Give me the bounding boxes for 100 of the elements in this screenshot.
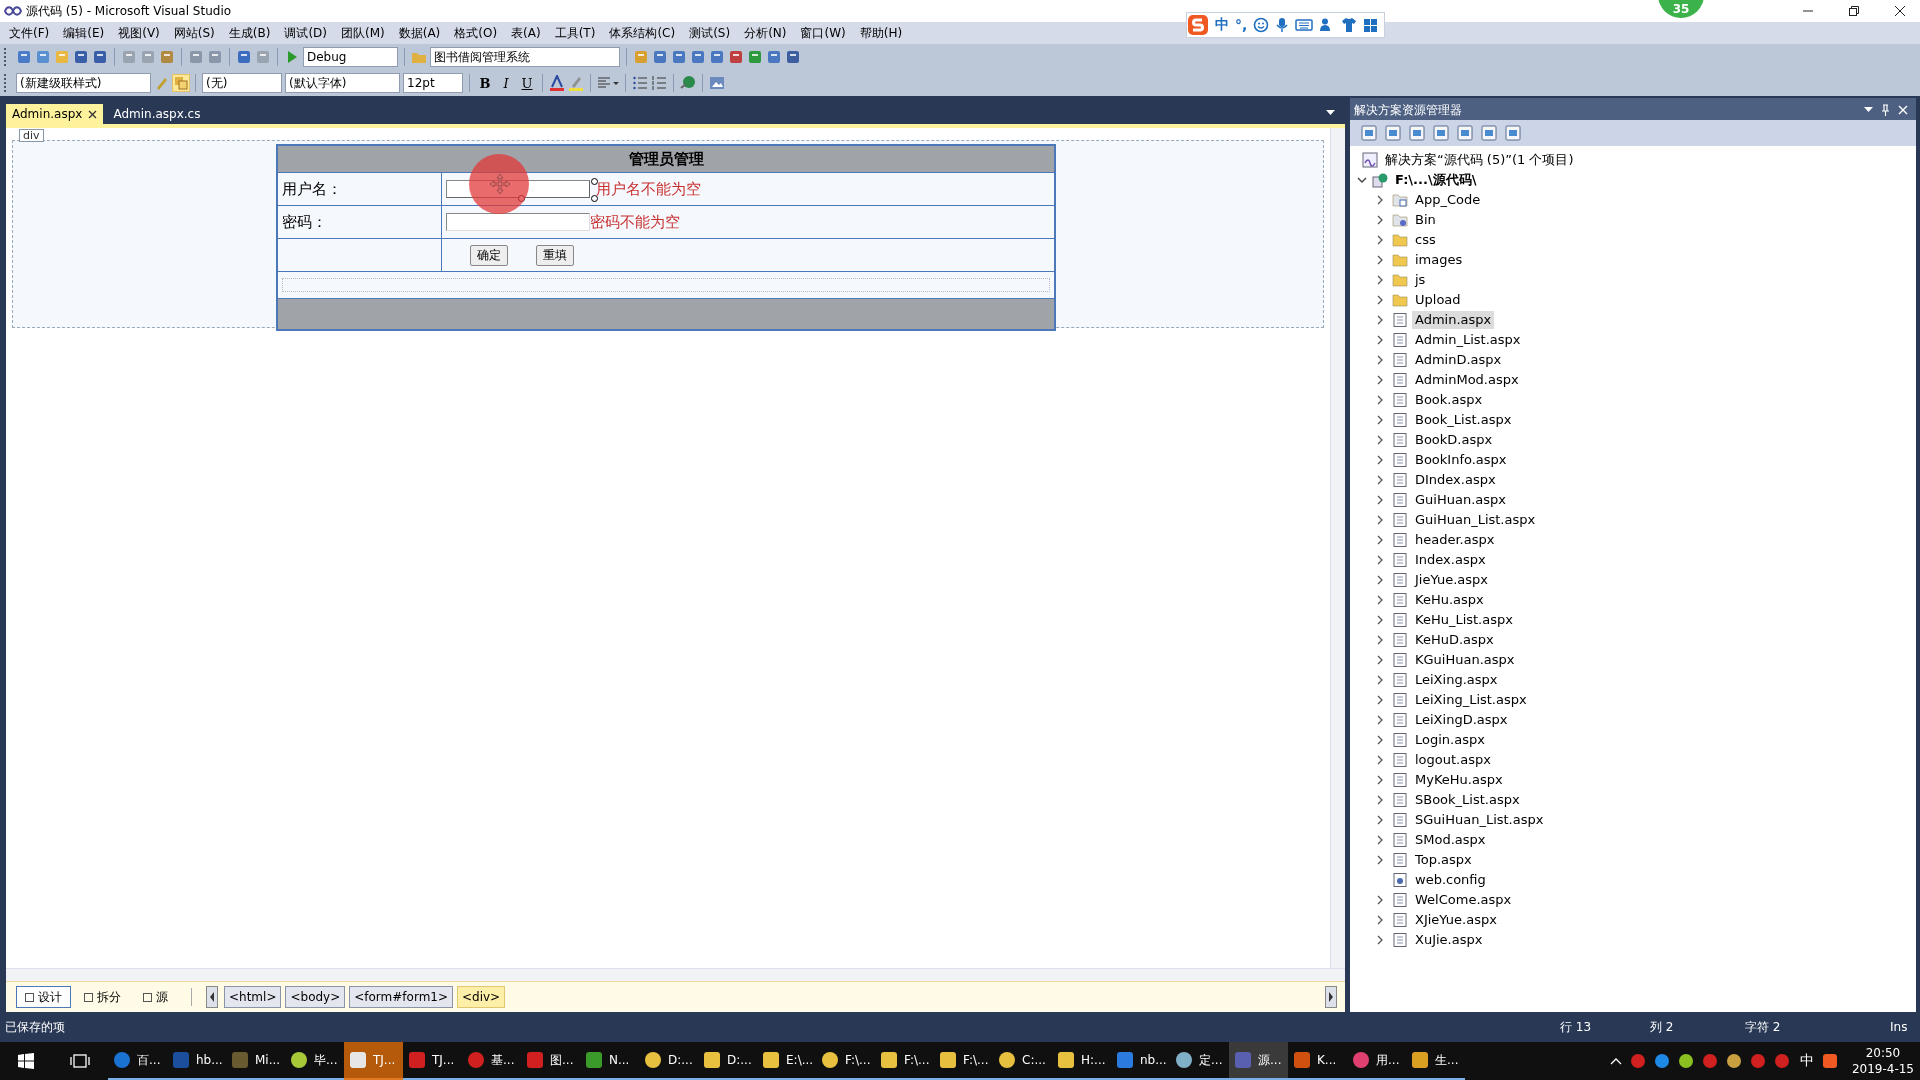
menu-item[interactable]: 团队(M) [334, 24, 392, 42]
project-dropdown[interactable]: 图书借阅管理系统 [430, 47, 620, 67]
tree-item[interactable]: AdminD.aspx [1412, 351, 1505, 369]
menu-item[interactable]: 分析(N) [737, 24, 794, 42]
tree-item[interactable]: LeiXing.aspx [1412, 671, 1501, 689]
task-view-icon[interactable] [70, 1053, 90, 1069]
menu-item[interactable]: 测试(S) [682, 24, 738, 42]
taskbar-item[interactable]: F:\... [816, 1042, 875, 1080]
input-field[interactable] [446, 213, 590, 231]
tree-item[interactable]: DIndex.aspx [1412, 471, 1499, 489]
globe-link-icon[interactable] [680, 75, 696, 91]
breadcrumb-tag[interactable]: <body> [285, 986, 346, 1008]
tree-item[interactable]: LeiXingD.aspx [1412, 711, 1511, 729]
taskbar-item[interactable]: 生... [1406, 1042, 1465, 1080]
breadcrumb-tag[interactable]: <div> [457, 986, 506, 1008]
tree-item[interactable]: MyKeHu.aspx [1412, 771, 1506, 789]
font-color-icon[interactable] [549, 75, 565, 91]
clock-time[interactable]: 20:50 [1865, 1045, 1901, 1061]
view-tab[interactable]: 源 [134, 986, 177, 1008]
font-dropdown[interactable]: (默认字体) [285, 73, 400, 93]
tree-item[interactable]: KGuiHuan.aspx [1412, 651, 1518, 669]
scroll-left-icon[interactable] [206, 986, 218, 1008]
view-tab[interactable]: 拆分 [75, 986, 130, 1008]
tree-item[interactable]: AdminMod.aspx [1412, 371, 1522, 389]
tray-icon[interactable] [1653, 1053, 1670, 1069]
block-format-dropdown[interactable]: (无) [202, 73, 282, 93]
tray-icon[interactable] [1677, 1053, 1694, 1069]
taskbar-item[interactable]: C:... [993, 1042, 1052, 1080]
restore-icon[interactable] [1848, 5, 1860, 17]
menu-item[interactable]: 工具(T) [547, 24, 603, 42]
taskbar-item[interactable]: E:\... [757, 1042, 816, 1080]
taskbar-item[interactable]: 图... [521, 1042, 580, 1080]
menu-item[interactable]: 视图(V) [111, 24, 167, 42]
document-tab[interactable]: Admin.aspx [6, 104, 104, 124]
font-size-dropdown[interactable]: 12pt [403, 73, 463, 93]
bullet-list-icon[interactable] [632, 75, 648, 91]
tree-item[interactable]: KeHu.aspx [1412, 591, 1487, 609]
menu-item[interactable]: 编辑(E) [56, 24, 112, 42]
taskbar-item[interactable]: nb... [1111, 1042, 1170, 1080]
menu-item[interactable]: 表(A) [504, 24, 548, 42]
underline-button[interactable]: U [518, 73, 536, 93]
tree-item[interactable]: Bin [1412, 211, 1439, 229]
ime-mode[interactable]: 中 [1215, 16, 1229, 34]
config-dropdown[interactable]: Debug [303, 47, 398, 67]
tree-item[interactable]: images [1412, 251, 1466, 269]
taskbar-item[interactable]: Mi... [226, 1042, 285, 1080]
tree-item[interactable]: WelCome.aspx [1412, 891, 1515, 909]
tray-icon[interactable] [1725, 1053, 1742, 1069]
breadcrumb-tag[interactable]: <form#form1> [349, 986, 453, 1008]
ime-logo-icon[interactable] [1187, 14, 1209, 36]
scrollbar[interactable] [1330, 128, 1345, 968]
form-button[interactable]: 重填 [536, 244, 574, 266]
taskbar-item[interactable]: TJ... [344, 1042, 403, 1080]
tree-item[interactable]: GuiHuan.aspx [1412, 491, 1509, 509]
tree-item[interactable]: XuJie.aspx [1412, 931, 1486, 949]
dropdown-arrow-icon[interactable] [1864, 107, 1873, 113]
image-icon[interactable] [709, 75, 725, 91]
menu-item[interactable]: 生成(B) [221, 24, 278, 42]
resize-handle[interactable] [591, 195, 598, 202]
tree-item[interactable]: KeHu_List.aspx [1412, 611, 1516, 629]
tree-item[interactable]: web.config [1412, 871, 1489, 889]
scroll-right-icon[interactable] [1325, 986, 1337, 1008]
dropdown-arrow-icon[interactable] [1326, 110, 1335, 116]
resize-handle[interactable] [591, 178, 598, 185]
tree-item[interactable]: App_Code [1412, 191, 1484, 209]
smiley-icon[interactable] [1253, 17, 1270, 33]
tree-item[interactable]: LeiXing_List.aspx [1412, 691, 1530, 709]
keyboard-icon[interactable] [1295, 18, 1314, 32]
menu-item[interactable]: 窗口(W) [793, 24, 853, 42]
taskbar-item[interactable]: TJ... [403, 1042, 462, 1080]
tray-ime[interactable]: 中 [1799, 1052, 1814, 1070]
tree-item[interactable]: header.aspx [1412, 531, 1498, 549]
highlight-color-icon[interactable] [568, 75, 584, 91]
menu-item[interactable]: 网站(S) [166, 24, 222, 42]
microphone-icon[interactable] [1275, 17, 1290, 33]
taskbar-item[interactable]: K... [1288, 1042, 1347, 1080]
ime-logo-icon[interactable] [1821, 1053, 1838, 1069]
tree-item[interactable]: Book_List.aspx [1412, 411, 1515, 429]
menu-item[interactable]: 数据(A) [391, 24, 448, 42]
close-icon[interactable] [1894, 5, 1906, 17]
tree-item[interactable]: Admin_List.aspx [1412, 331, 1524, 349]
tree-item[interactable]: logout.aspx [1412, 751, 1494, 769]
menu-item[interactable]: 调试(D) [277, 24, 334, 42]
grid-icon[interactable] [1363, 17, 1379, 33]
windows-start-icon[interactable] [18, 1053, 34, 1069]
tree-item[interactable]: KeHuD.aspx [1412, 631, 1497, 649]
view-tab[interactable]: 设计 [16, 986, 71, 1008]
taskbar-item[interactable]: H:... [1052, 1042, 1111, 1080]
tree-item[interactable]: 解决方案“源代码 (5)”(1 个项目) [1382, 151, 1577, 169]
menu-item[interactable]: 文件(F) [2, 24, 57, 42]
menu-item[interactable]: 体系结构(C) [602, 24, 683, 42]
taskbar-item[interactable]: F:\... [934, 1042, 993, 1080]
tree-item[interactable]: SMod.aspx [1412, 831, 1489, 849]
pin-icon[interactable] [1881, 104, 1890, 116]
bold-button[interactable]: B [476, 73, 494, 93]
close-icon[interactable] [88, 109, 98, 119]
taskbar-item[interactable]: 源... [1229, 1042, 1288, 1080]
taskbar-item[interactable]: D:... [698, 1042, 757, 1080]
italic-button[interactable]: I [497, 73, 515, 93]
tree-item[interactable]: XJieYue.aspx [1412, 911, 1500, 929]
